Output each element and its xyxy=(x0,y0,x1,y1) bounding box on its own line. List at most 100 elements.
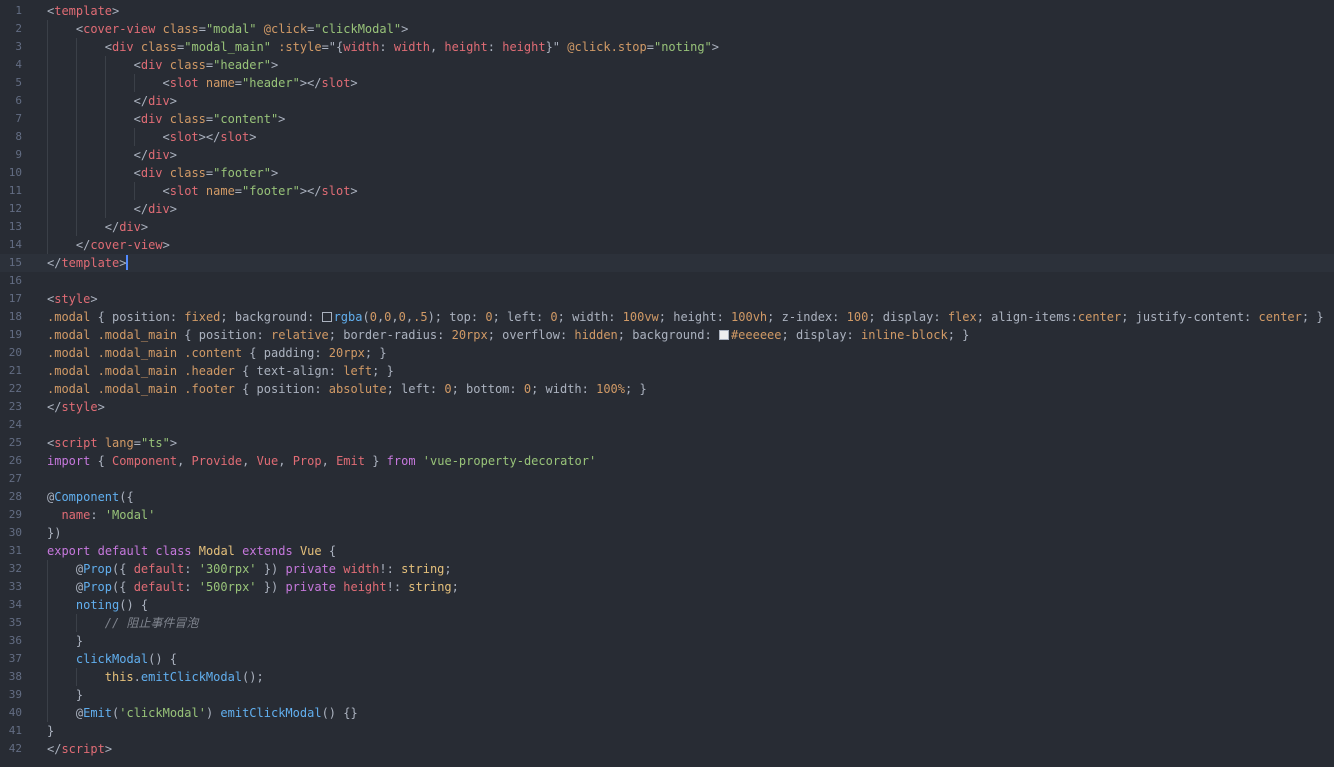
indent-guide xyxy=(75,668,77,686)
code-line[interactable]: 23 </style> xyxy=(0,398,1334,416)
code-line[interactable]: 18 .modal { position: fixed; background: … xyxy=(0,308,1334,326)
code-line[interactable]: 25 <script lang="ts"> xyxy=(0,434,1334,452)
code-line[interactable]: 19 .modal .modal_main { position: relativ… xyxy=(0,326,1334,344)
code-line[interactable]: 33 @Prop({ default: '500rpx' }) private h… xyxy=(0,578,1334,596)
code-token: string xyxy=(408,580,452,594)
code-token: = xyxy=(234,184,243,198)
line-number: 40 xyxy=(8,706,22,719)
code-token: script xyxy=(61,742,105,756)
code-line[interactable]: 34 noting() { xyxy=(0,596,1334,614)
code-text: .modal .modal_main .content { padding: 2… xyxy=(47,344,387,362)
code-token: name xyxy=(205,76,235,90)
code-line[interactable]: 22 .modal .modal_main .footer { position:… xyxy=(0,380,1334,398)
code-line[interactable]: 20 .modal .modal_main .content { padding:… xyxy=(0,344,1334,362)
color-swatch-icon xyxy=(718,330,729,340)
code-token: ; xyxy=(451,580,459,594)
code-line[interactable]: 1 <template> xyxy=(0,2,1334,20)
code-token: }) xyxy=(256,580,286,594)
indent-guide xyxy=(47,560,48,578)
code-line[interactable]: 12 </div> xyxy=(0,200,1334,218)
code-line[interactable]: 3 <div class="modal_main" :style="{width:… xyxy=(0,38,1334,56)
code-line[interactable]: 13 </div> xyxy=(0,218,1334,236)
code-line[interactable]: 38 this.emitClickModal(); xyxy=(0,668,1334,686)
code-token: left xyxy=(343,364,373,378)
code-token: class xyxy=(162,22,199,36)
code-text: </template> xyxy=(47,254,129,272)
code-line[interactable]: 9 </div> xyxy=(0,146,1334,164)
code-token: Vue xyxy=(256,454,279,468)
code-token: < xyxy=(133,166,141,180)
code-line[interactable]: 36} xyxy=(0,632,1334,650)
code-line[interactable]: 7 <div class="content"> xyxy=(0,110,1334,128)
code-line[interactable]: 5 <slot name="header"></slot> xyxy=(0,74,1334,92)
code-token: clickModal xyxy=(75,652,149,666)
code-line[interactable]: 32 @Prop({ default: '300rpx' }) private w… xyxy=(0,560,1334,578)
code-line[interactable]: 24 xyxy=(0,416,1334,434)
code-token: Emit xyxy=(83,706,113,720)
code-line[interactable]: 17 <style> xyxy=(0,290,1334,308)
code-line[interactable]: 37 clickModal() { xyxy=(0,650,1334,668)
indent-guide xyxy=(104,110,106,128)
code-line[interactable]: 29 name: 'Modal' xyxy=(0,506,1334,524)
code-token: .modal xyxy=(47,310,91,324)
code-token: this xyxy=(104,670,134,684)
code-token: </ xyxy=(47,256,62,270)
code-line[interactable]: 35 // 阻止事件冒泡 xyxy=(0,614,1334,632)
code-line[interactable]: 6 </div> xyxy=(0,92,1334,110)
code-token: "noting" xyxy=(653,40,712,54)
code-token: : xyxy=(184,580,199,594)
code-line[interactable]: 11 <slot name="footer"></slot> xyxy=(0,182,1334,200)
code-line[interactable]: 42 </script> xyxy=(0,740,1334,758)
code-token: () { xyxy=(119,598,149,612)
code-line[interactable]: 15 </template> xyxy=(0,254,1334,272)
code-line[interactable]: 40 @Emit('clickModal') emitClickModal() {… xyxy=(0,704,1334,722)
code-line[interactable]: 41} xyxy=(0,722,1334,740)
code-token: < xyxy=(104,40,112,54)
code-line[interactable]: 30}) xyxy=(0,524,1334,542)
code-line[interactable]: 39} xyxy=(0,686,1334,704)
code-text: <slot></slot> xyxy=(163,128,257,146)
code-token: < xyxy=(162,130,170,144)
code-token: ); top: xyxy=(427,310,486,324)
code-line[interactable]: 27 xyxy=(0,470,1334,488)
code-text: <template> xyxy=(47,2,119,20)
code-token: lang xyxy=(104,436,134,450)
indent-guide xyxy=(75,56,77,74)
code-token: = xyxy=(198,22,206,36)
code-token: > xyxy=(401,22,409,36)
code-token: > xyxy=(169,148,177,162)
line-number: 22 xyxy=(8,382,22,395)
code-token: , xyxy=(242,454,257,468)
code-text: noting() { xyxy=(76,596,148,614)
code-token: private xyxy=(285,580,337,594)
indent-guide xyxy=(47,182,48,200)
code-line[interactable]: 2 <cover-view class="modal" @click="click… xyxy=(0,20,1334,38)
code-token: </ xyxy=(133,202,149,216)
code-token: hidden xyxy=(574,328,618,342)
code-line[interactable]: 16 xyxy=(0,272,1334,290)
line-number: 28 xyxy=(8,490,22,503)
code-lines[interactable]: 1 <template> 2 <cover-view class="modal" @c… xyxy=(0,2,1334,758)
code-line[interactable]: 14 </cover-view> xyxy=(0,236,1334,254)
code-text: <slot name="footer"></slot> xyxy=(163,182,358,200)
code-token: "header" xyxy=(242,76,300,90)
indent-guide xyxy=(104,200,106,218)
code-token: // 阻止事件冒泡 xyxy=(104,616,199,630)
line-number: 6 xyxy=(15,94,22,107)
code-token: height xyxy=(343,580,387,594)
code-line[interactable]: 26 import { Component, Provide, Vue, Prop… xyxy=(0,452,1334,470)
code-token: > xyxy=(169,436,178,450)
code-line[interactable]: 21 .modal .modal_main .header { text-alig… xyxy=(0,362,1334,380)
code-line[interactable]: 28 @Component({ xyxy=(0,488,1334,506)
code-token: 0 xyxy=(444,382,452,396)
code-token: slot xyxy=(169,184,199,198)
code-line[interactable]: 31 export default class Modal extends Vue… xyxy=(0,542,1334,560)
code-line[interactable]: 10 <div class="footer"> xyxy=(0,164,1334,182)
code-line[interactable]: 8 <slot></slot> xyxy=(0,128,1334,146)
code-token: default xyxy=(133,562,185,576)
code-editor[interactable]: 1 <template> 2 <cover-view class="modal" @c… xyxy=(0,0,1334,767)
line-number: 31 xyxy=(8,544,22,557)
indent-guide xyxy=(47,20,48,38)
code-line[interactable]: 4 <div class="header"> xyxy=(0,56,1334,74)
